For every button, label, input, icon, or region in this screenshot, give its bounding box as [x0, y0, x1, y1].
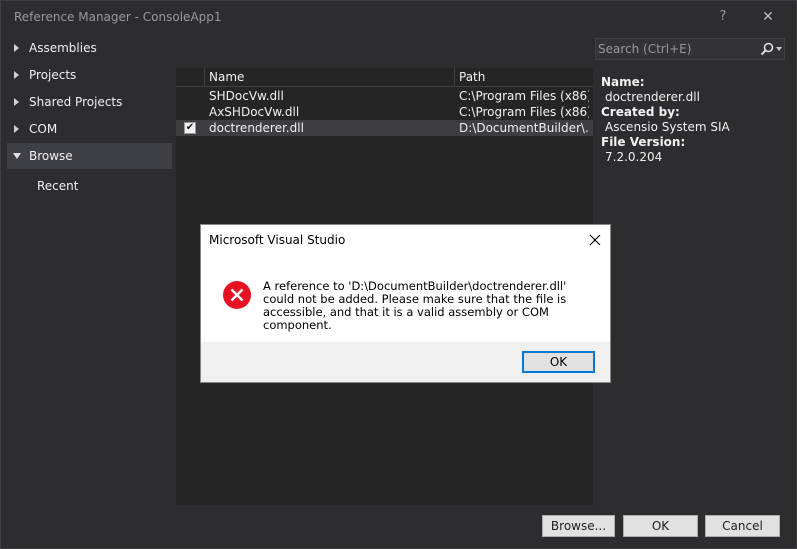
details-panel: Name: doctrenderer.dll Created by: Ascen… [601, 75, 791, 165]
expand-arrow-icon [14, 71, 19, 79]
sidebar-item-com[interactable]: COM [7, 116, 172, 142]
sidebar-item-label: Shared Projects [29, 95, 123, 109]
close-button[interactable]: ✕ [756, 5, 780, 29]
row-name: doctrenderer.dll [209, 121, 304, 135]
search-box[interactable] [595, 38, 785, 60]
window-title: Reference Manager - ConsoleApp1 [14, 10, 222, 24]
cancel-button[interactable]: Cancel [705, 515, 780, 537]
sidebar: Assemblies Projects Shared Projects COM … [7, 35, 172, 505]
sidebar-item-projects[interactable]: Projects [7, 62, 172, 88]
message-text: A reference to 'D:\DocumentBuilder\doctr… [263, 279, 567, 332]
column-separator[interactable] [204, 68, 205, 87]
search-input[interactable] [598, 41, 748, 57]
error-icon [223, 281, 251, 309]
list-header: Name Path [176, 68, 593, 87]
row-name: SHDocVw.dll [209, 89, 284, 103]
expand-arrow-icon [14, 98, 19, 106]
details-version-label: File Version: [601, 135, 686, 149]
column-separator[interactable] [454, 68, 455, 87]
row-name: AxSHDocVw.dll [209, 105, 300, 119]
details-created-label: Created by: [601, 105, 680, 119]
message-ok-button[interactable]: OK [522, 351, 595, 373]
details-name-label: Name: [601, 75, 645, 89]
details-created-value: Ascensio System SIA [605, 120, 730, 134]
ok-button[interactable]: OK [623, 515, 698, 537]
table-row[interactable]: AxSHDocVw.dll C:\Program Files (x86)... [176, 104, 593, 120]
search-icon[interactable] [759, 41, 775, 57]
sidebar-item-browse[interactable]: Browse [7, 143, 172, 169]
details-version-value: 7.2.0.204 [605, 150, 663, 164]
search-options-dropdown-icon[interactable] [776, 47, 782, 51]
row-path: D:\DocumentBuilder\... [459, 121, 589, 135]
message-box-title: Microsoft Visual Studio [209, 233, 346, 247]
help-button[interactable]: ? [711, 5, 735, 29]
table-row[interactable]: ✔ doctrenderer.dll D:\DocumentBuilder\..… [176, 120, 593, 136]
title-bar: Reference Manager - ConsoleApp1 ? ✕ [1, 1, 796, 33]
row-path: C:\Program Files (x86)... [459, 105, 589, 119]
row-checkbox[interactable]: ✔ [184, 122, 196, 134]
error-message-box: Microsoft Visual Studio A reference to '… [200, 224, 611, 383]
sidebar-item-label: Browse [29, 149, 73, 163]
sidebar-item-label: Assemblies [29, 41, 97, 55]
sidebar-item-shared-projects[interactable]: Shared Projects [7, 89, 172, 115]
collapse-arrow-icon [13, 153, 21, 159]
column-header-name[interactable]: Name [209, 68, 244, 87]
browse-button[interactable]: Browse... [542, 515, 615, 537]
message-box-footer: OK [201, 342, 610, 382]
row-path: C:\Program Files (x86)... [459, 89, 589, 103]
sidebar-item-assemblies[interactable]: Assemblies [7, 35, 172, 61]
details-name-value: doctrenderer.dll [605, 90, 700, 104]
sidebar-item-label: COM [29, 122, 58, 136]
expand-arrow-icon [14, 44, 19, 52]
expand-arrow-icon [14, 125, 19, 133]
sidebar-item-recent[interactable]: Recent [37, 179, 78, 193]
table-row[interactable]: SHDocVw.dll C:\Program Files (x86)... [176, 88, 593, 104]
column-header-path[interactable]: Path [459, 68, 485, 87]
sidebar-item-label: Projects [29, 68, 77, 82]
close-icon[interactable] [586, 231, 604, 249]
